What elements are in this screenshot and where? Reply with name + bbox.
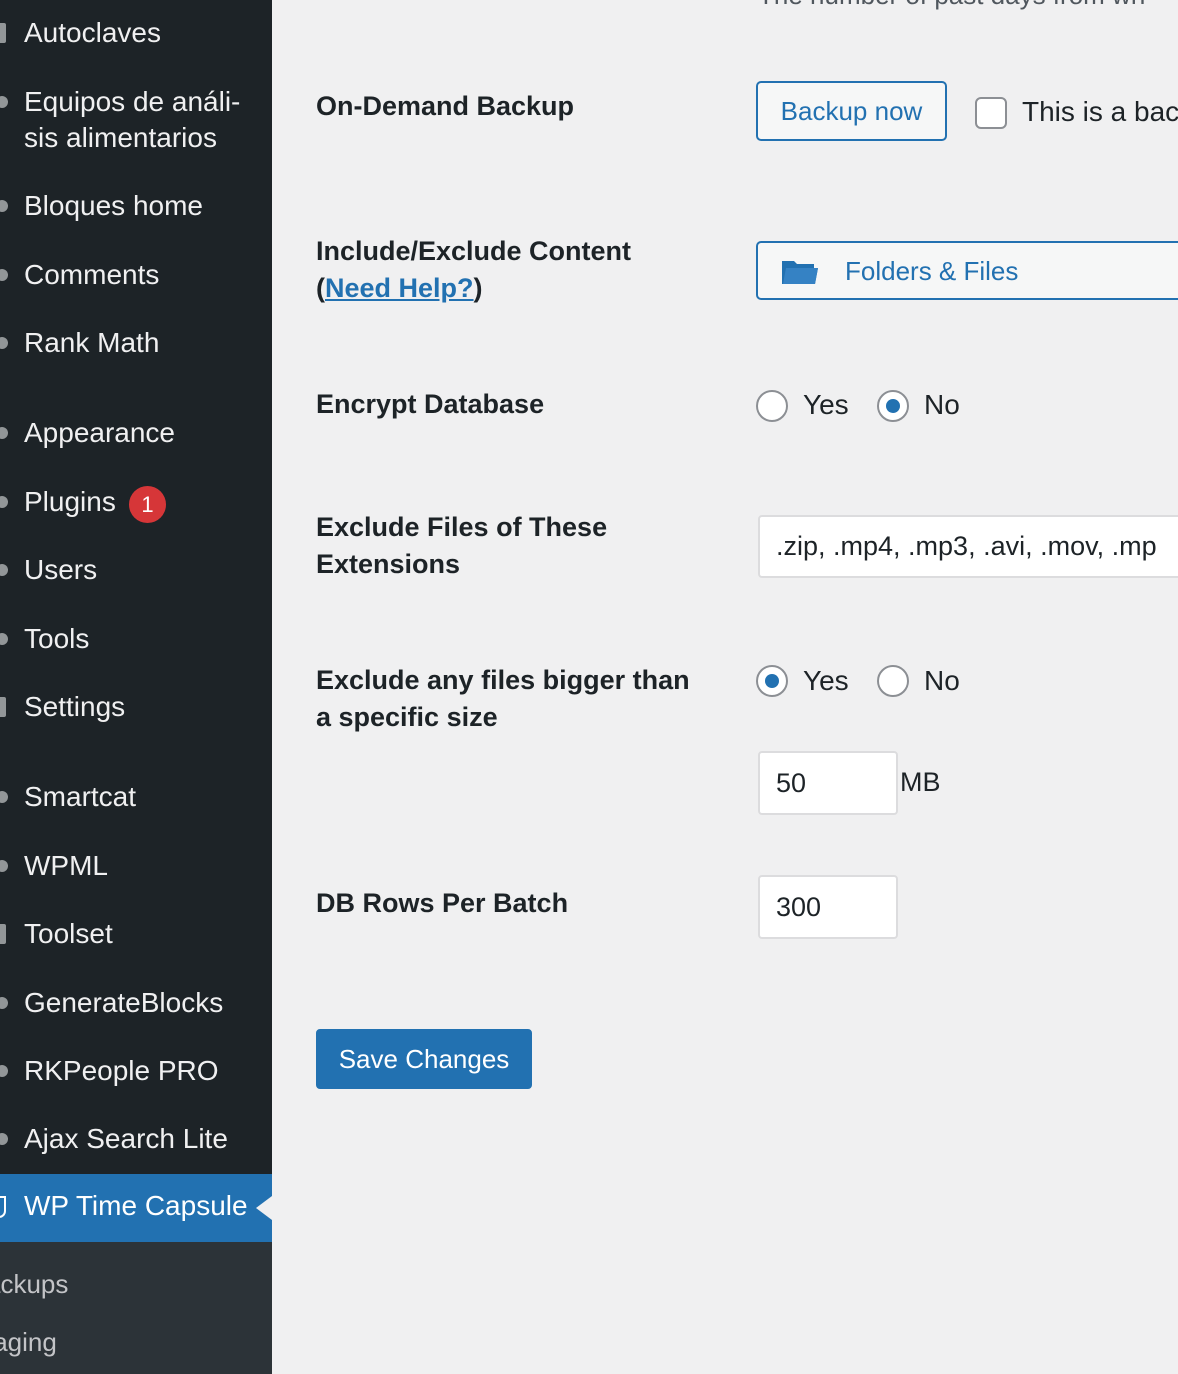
exclude-size-label: Exclude any files bigger than a specific…: [316, 662, 716, 736]
save-changes-button[interactable]: Save Changes: [316, 1029, 532, 1089]
exclude-extensions-line2: Extensions: [316, 549, 461, 579]
backup-checkbox[interactable]: [975, 97, 1007, 129]
sidebar-item-label: Rank Math: [24, 327, 160, 358]
smartcat-icon: [0, 791, 8, 803]
need-help-link[interactable]: Need Help?: [325, 273, 474, 303]
sidebar-item-label: RKPeople PRO: [24, 1055, 219, 1086]
plugins-icon: [0, 496, 8, 508]
sidebar-item-label: Smartcat: [24, 781, 137, 812]
sidebar-item-label: Bloques home: [24, 190, 204, 221]
sidebar-item-label: Users: [24, 554, 98, 585]
db-rows-input[interactable]: [758, 875, 898, 939]
sidebar-item-label: Settings: [24, 691, 126, 722]
plugins-update-badge: 1: [129, 486, 166, 523]
sidebar-item-label: Ajax Search Lite: [24, 1123, 228, 1154]
sidebar-item-label: WP Time Capsule: [24, 1190, 248, 1221]
wp-time-capsule-submenu: ackups taging: [0, 1242, 272, 1374]
backup-now-button[interactable]: Backup now: [756, 81, 947, 141]
include-exclude-label-text: Include/Exclude Content: [316, 236, 632, 266]
exclude-size-yes-radio[interactable]: [756, 665, 788, 697]
size-limit-input[interactable]: [758, 751, 898, 815]
tools-icon: [0, 633, 8, 645]
exclude-extensions-line1: Exclude Files of These: [316, 512, 608, 542]
sidebar-item-plugins[interactable]: Plugins 1: [0, 484, 272, 524]
rkpeople-icon: [0, 1065, 8, 1077]
paren-open: (: [316, 273, 325, 303]
equipos-icon: [0, 96, 8, 108]
encrypt-database-label: Encrypt Database: [316, 389, 545, 419]
encrypt-yes-radio[interactable]: [756, 390, 788, 422]
sidebar-item-label: Equipos de análi-: [24, 86, 241, 117]
settings-form: The number of past days from wh On-Deman…: [272, 0, 1178, 1374]
encrypt-no-radio[interactable]: [877, 390, 909, 422]
sidebar-item-label: Tools: [24, 623, 90, 654]
rank-math-icon: [0, 337, 8, 349]
encrypt-no-label: No: [924, 389, 960, 420]
exclude-size-no-radio[interactable]: [877, 665, 909, 697]
wpml-icon: [0, 860, 8, 872]
users-icon: [0, 564, 8, 576]
sidebar-item-label: Toolset: [24, 918, 113, 949]
sidebar-item-label-line2: sis alimentarios: [24, 122, 217, 153]
sidebar-item-label: Comments: [24, 259, 160, 290]
sidebar-item-wp-time-capsule[interactable]: WP Time Capsule: [0, 1174, 272, 1242]
folders-files-button[interactable]: Folders & Files: [756, 241, 1178, 300]
encrypt-yes-label: Yes: [803, 389, 849, 420]
submenu-item-staging[interactable]: taging: [0, 1327, 57, 1358]
on-demand-backup-label: On-Demand Backup: [316, 91, 575, 121]
exclude-extensions-input[interactable]: [758, 515, 1178, 578]
autoclaves-icon: [0, 23, 6, 43]
sidebar-item-label: WPML: [24, 850, 108, 881]
ajax-search-icon: [0, 1133, 8, 1145]
backup-checkbox-label: This is a bac: [1022, 96, 1178, 127]
generateblocks-icon: [0, 997, 8, 1009]
toolset-icon: [0, 924, 6, 944]
settings-icon: [0, 697, 6, 717]
folder-icon: [782, 261, 818, 284]
exclude-size-line2: a specific size: [316, 702, 498, 732]
sidebar-item-equipos[interactable]: Equipos de análi- sis alimentarios: [0, 84, 272, 156]
sidebar-item-label: GenerateBlocks: [24, 987, 224, 1018]
exclude-size-no-label: No: [924, 665, 960, 696]
active-indicator-arrow: [256, 1196, 272, 1220]
exclude-size-yes-label: Yes: [803, 665, 849, 696]
include-exclude-label: Include/Exclude Content (Need Help?): [316, 233, 716, 307]
field-description: The number of past days from wh: [758, 0, 1145, 11]
admin-sidebar: Autoclaves Equipos de análi- sis aliment…: [0, 0, 272, 1374]
size-unit-label: MB: [900, 767, 941, 797]
sidebar-item-label: Autoclaves: [24, 17, 161, 48]
sidebar-item-label: Plugins: [24, 486, 116, 517]
db-rows-label: DB Rows Per Batch: [316, 888, 569, 918]
exclude-extensions-label: Exclude Files of These Extensions: [316, 509, 716, 583]
submenu-item-backups[interactable]: ackups: [0, 1269, 68, 1300]
sidebar-item-label: Appearance: [24, 417, 176, 448]
shield-icon: [0, 1196, 6, 1218]
bloques-icon: [0, 200, 8, 212]
comments-icon: [0, 269, 8, 281]
paren-close: ): [473, 273, 483, 303]
appearance-icon: [0, 427, 8, 439]
folders-files-label: Folders & Files: [845, 256, 1019, 286]
exclude-size-line1: Exclude any files bigger than: [316, 665, 690, 695]
